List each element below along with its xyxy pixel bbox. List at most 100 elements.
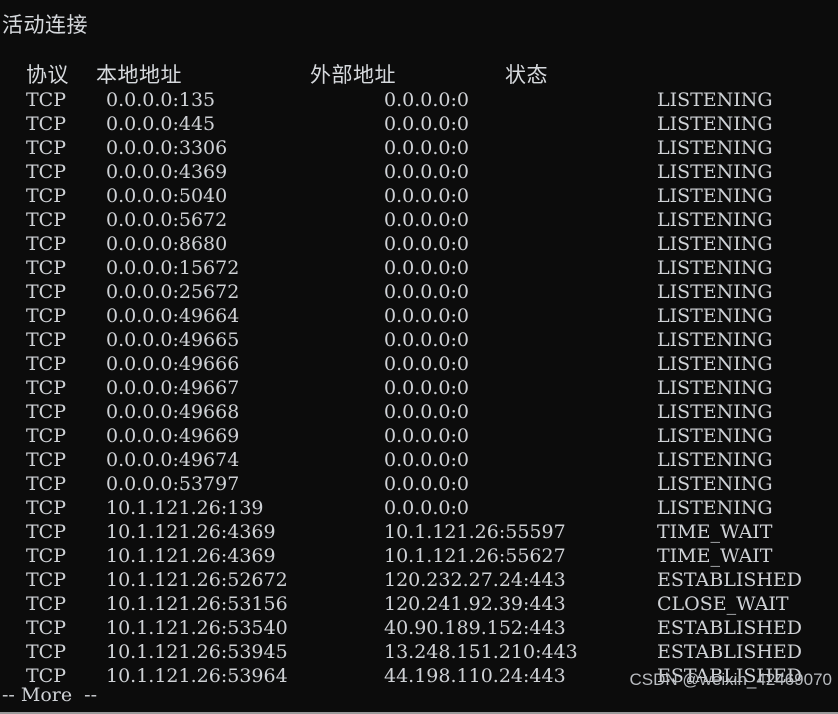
cell-local-address: 10.1.121.26:52672 [106, 569, 288, 591]
cell-protocol: TCP [26, 401, 66, 423]
cell-protocol: TCP [26, 377, 66, 399]
cell-state: LISTENING [657, 233, 773, 255]
cell-protocol: TCP [26, 473, 66, 495]
cell-local-address: 10.1.121.26:4369 [106, 521, 276, 543]
table-row: TCP 10.1.121.26:53540 40.90.189.152:443 EST… [0, 616, 838, 640]
cell-foreign-address: 0.0.0.0:0 [384, 353, 469, 375]
cell-foreign-address: 0.0.0.0:0 [384, 233, 469, 255]
csdn-watermark: CSDN @weixin_42469070 [629, 670, 832, 689]
table-row: TCP 10.1.121.26:139 0.0.0.0:0 LISTENING [0, 496, 838, 520]
cell-protocol: TCP [26, 113, 66, 135]
cell-foreign-address: 0.0.0.0:0 [384, 329, 469, 351]
cell-foreign-address: 0.0.0.0:0 [384, 137, 469, 159]
cell-local-address: 0.0.0.0:49669 [106, 425, 240, 447]
cell-state: LISTENING [657, 425, 773, 447]
cell-protocol: TCP [26, 641, 66, 663]
active-connections-title: 活动连接 [2, 13, 88, 37]
table-header-row: 协议 本地地址 外部地址 状态 [0, 62, 838, 88]
cell-protocol: TCP [26, 161, 66, 183]
column-header-protocol: 协议 [26, 63, 69, 87]
cell-foreign-address: 0.0.0.0:0 [384, 377, 469, 399]
cell-protocol: TCP [26, 617, 66, 639]
table-row: TCP 0.0.0.0:25672 0.0.0.0:0 LISTENING [0, 280, 838, 304]
console-window[interactable]: 活动连接 协议 本地地址 外部地址 状态 TCP 0.0.0.0:135 0.0.0… [0, 0, 838, 714]
cell-local-address: 0.0.0.0:49664 [106, 305, 240, 327]
table-row: TCP 10.1.121.26:52672 120.232.27.24:443 EST… [0, 568, 838, 592]
cell-protocol: TCP [26, 137, 66, 159]
cell-foreign-address: 0.0.0.0:0 [384, 185, 469, 207]
table-row: TCP 0.0.0.0:49669 0.0.0.0:0 LISTENING [0, 424, 838, 448]
cell-local-address: 0.0.0.0:3306 [106, 137, 228, 159]
cell-foreign-address: 0.0.0.0:0 [384, 257, 469, 279]
cell-foreign-address: 40.90.189.152:443 [384, 617, 566, 639]
table-row: TCP 0.0.0.0:49664 0.0.0.0:0 LISTENING [0, 304, 838, 328]
table-row: TCP 10.1.121.26:4369 10.1.121.26:55627 TIME… [0, 544, 838, 568]
cell-state: TIME_WAIT [657, 545, 773, 567]
cell-state: CLOSE_WAIT [657, 593, 789, 615]
cell-state: LISTENING [657, 449, 773, 471]
cell-state: LISTENING [657, 257, 773, 279]
cell-foreign-address: 44.198.110.24:443 [384, 665, 566, 687]
cell-protocol: TCP [26, 545, 66, 567]
table-row: TCP 0.0.0.0:49665 0.0.0.0:0 LISTENING [0, 328, 838, 352]
cell-protocol: TCP [26, 281, 66, 303]
cell-local-address: 0.0.0.0:445 [106, 113, 216, 135]
cell-local-address: 0.0.0.0:49668 [106, 401, 240, 423]
cell-local-address: 0.0.0.0:25672 [106, 281, 240, 303]
cell-local-address: 0.0.0.0:49667 [106, 377, 240, 399]
cell-protocol: TCP [26, 521, 66, 543]
cell-state: LISTENING [657, 473, 773, 495]
table-row: TCP 0.0.0.0:49667 0.0.0.0:0 LISTENING [0, 376, 838, 400]
cell-state: LISTENING [657, 305, 773, 327]
cell-protocol: TCP [26, 257, 66, 279]
cell-local-address: 10.1.121.26:53540 [106, 617, 288, 639]
table-row: TCP 0.0.0.0:5040 0.0.0.0:0 LISTENING [0, 184, 838, 208]
cell-foreign-address: 0.0.0.0:0 [384, 401, 469, 423]
cell-local-address: 0.0.0.0:5672 [106, 209, 228, 231]
cell-state: LISTENING [657, 209, 773, 231]
cell-state: ESTABLISHED [657, 641, 803, 663]
cell-local-address: 10.1.121.26:53945 [106, 641, 288, 663]
cell-foreign-address: 120.241.92.39:443 [384, 593, 566, 615]
cell-protocol: TCP [26, 305, 66, 327]
table-row: TCP 0.0.0.0:49668 0.0.0.0:0 LISTENING [0, 400, 838, 424]
cell-local-address: 10.1.121.26:4369 [106, 545, 276, 567]
cell-state: LISTENING [657, 113, 773, 135]
cell-protocol: TCP [26, 209, 66, 231]
cell-protocol: TCP [26, 233, 66, 255]
cell-foreign-address: 0.0.0.0:0 [384, 209, 469, 231]
cell-foreign-address: 10.1.121.26:55597 [384, 521, 566, 543]
table-row: TCP 0.0.0.0:445 0.0.0.0:0 LISTENING [0, 112, 838, 136]
more-prompt[interactable]: -- More -- [2, 684, 97, 706]
cell-foreign-address: 0.0.0.0:0 [384, 89, 469, 111]
cell-state: LISTENING [657, 185, 773, 207]
cell-protocol: TCP [26, 449, 66, 471]
table-row: TCP 0.0.0.0:49674 0.0.0.0:0 LISTENING [0, 448, 838, 472]
column-header-state: 状态 [505, 63, 548, 87]
table-row: TCP 0.0.0.0:15672 0.0.0.0:0 LISTENING [0, 256, 838, 280]
cell-foreign-address: 0.0.0.0:0 [384, 305, 469, 327]
cell-foreign-address: 0.0.0.0:0 [384, 281, 469, 303]
cell-protocol: TCP [26, 497, 66, 519]
cell-protocol: TCP [26, 353, 66, 375]
cell-local-address: 0.0.0.0:15672 [106, 257, 240, 279]
cell-protocol: TCP [26, 425, 66, 447]
cell-state: LISTENING [657, 161, 773, 183]
cell-protocol: TCP [26, 89, 66, 111]
cell-protocol: TCP [26, 185, 66, 207]
cell-local-address: 0.0.0.0:4369 [106, 161, 228, 183]
cell-state: LISTENING [657, 329, 773, 351]
cell-local-address: 0.0.0.0:53797 [106, 473, 240, 495]
table-row: TCP 0.0.0.0:135 0.0.0.0:0 LISTENING [0, 88, 838, 112]
cell-foreign-address: 0.0.0.0:0 [384, 161, 469, 183]
cell-local-address: 0.0.0.0:5040 [106, 185, 228, 207]
cell-local-address: 0.0.0.0:8680 [106, 233, 228, 255]
table-row: TCP 0.0.0.0:8680 0.0.0.0:0 LISTENING [0, 232, 838, 256]
table-row: TCP 10.1.121.26:53945 13.248.151.210:443 ES… [0, 640, 838, 664]
cell-local-address: 10.1.121.26:53964 [106, 665, 288, 687]
cell-protocol: TCP [26, 593, 66, 615]
cell-foreign-address: 0.0.0.0:0 [384, 497, 469, 519]
cell-local-address: 0.0.0.0:49665 [106, 329, 240, 351]
cell-foreign-address: 120.232.27.24:443 [384, 569, 566, 591]
cell-foreign-address: 0.0.0.0:0 [384, 473, 469, 495]
